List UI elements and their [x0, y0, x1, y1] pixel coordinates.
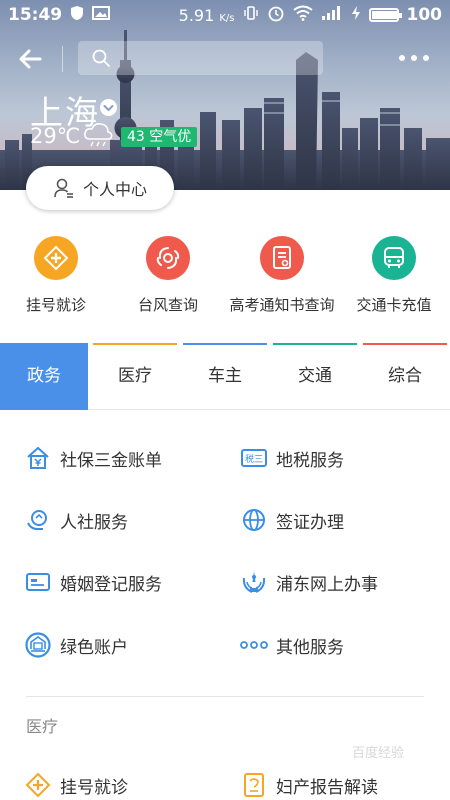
service-label: 挂号就诊 [60, 777, 128, 798]
more-dots-icon [399, 55, 429, 61]
service-label: 妇产报告解读 [276, 777, 378, 798]
service-social-security[interactable]: 社保三金账单 [24, 443, 162, 473]
tab-label: 综合 [388, 366, 422, 386]
plus-cross-icon [24, 771, 52, 799]
service-registration[interactable]: 挂号就诊 [24, 770, 128, 800]
service-pudong-online[interactable]: 浦东网上办事 [240, 567, 378, 597]
cloud-rain-icon [82, 122, 114, 152]
hand-service-icon [24, 506, 52, 534]
personal-center-label: 个人中心 [82, 180, 147, 199]
network-speed-unit: K/s [219, 12, 235, 24]
quick-item-transit-card[interactable]: 交通卡充值 [334, 232, 450, 315]
service-label: 地税服务 [276, 450, 344, 471]
tab-label: 交通 [298, 366, 332, 386]
personal-center-button[interactable]: 个人中心 [26, 166, 174, 210]
battery-level: 100 [406, 5, 443, 25]
more-button[interactable] [396, 48, 432, 68]
more-dots-icon [240, 631, 268, 659]
status-bar: 15:49 5.91 K/s 100 [0, 0, 450, 30]
house-yuan-icon [24, 444, 52, 472]
quick-item-typhoon[interactable]: 台风查询 [108, 232, 228, 315]
tab-accent-line [273, 343, 357, 345]
tab-transport[interactable]: 交通 [270, 343, 360, 410]
quick-item-gaokao[interactable]: 高考通知书查询 [219, 232, 345, 315]
city-switch-button[interactable] [100, 99, 117, 116]
status-time: 15:49 [8, 5, 63, 25]
user-profile-icon [54, 178, 73, 198]
battery-fill [371, 11, 398, 19]
section-title-medical: 医疗 [26, 717, 59, 736]
service-label: 绿色账户 [60, 637, 128, 658]
quick-item-label: 交通卡充值 [356, 296, 432, 314]
tab-label: 车主 [208, 366, 242, 386]
chevron-down-icon [103, 105, 114, 112]
vibrate-icon [243, 5, 259, 26]
service-label: 其他服务 [276, 637, 344, 658]
search-icon [92, 49, 110, 67]
section-divider [26, 696, 424, 697]
category-tabs: 政务 医疗 车主 交通 综合 [0, 343, 450, 410]
service-label: 浦东网上办事 [276, 574, 378, 595]
pudong-emblem-icon [240, 568, 268, 596]
globe-icon [240, 506, 268, 534]
green-account-icon [24, 631, 52, 659]
back-button[interactable] [14, 42, 48, 76]
service-label: 社保三金账单 [60, 450, 162, 471]
tax-icon: 税三 [240, 444, 268, 472]
tab-medical[interactable]: 医疗 [90, 343, 180, 410]
tab-accent-line [93, 343, 177, 345]
search-box[interactable] [78, 41, 323, 75]
plus-cross-icon [34, 236, 78, 280]
id-card-icon [24, 568, 52, 596]
service-marriage[interactable]: 婚姻登记服务 [24, 567, 162, 597]
alarm-icon [267, 4, 285, 27]
temperature: 29℃ [30, 124, 81, 148]
battery-icon [368, 8, 402, 22]
charging-icon [351, 5, 361, 26]
network-speed: 5.91 K/s [179, 6, 235, 25]
service-label: 婚姻登记服务 [60, 574, 162, 595]
image-icon [92, 6, 111, 24]
tab-car-owner[interactable]: 车主 [180, 343, 270, 410]
service-green-account[interactable]: 绿色账户 [24, 630, 128, 660]
signal-icon [321, 5, 343, 26]
typhoon-icon [146, 236, 190, 280]
nav-divider [62, 46, 63, 72]
aqi-badge: 43 空气优 [121, 127, 198, 147]
quick-item-registration[interactable]: 挂号就诊 [0, 232, 116, 315]
quick-item-label: 高考通知书查询 [229, 296, 335, 314]
search-input[interactable] [118, 41, 313, 75]
service-hr-social[interactable]: 人社服务 [24, 505, 128, 535]
tab-label: 医疗 [118, 366, 152, 386]
wifi-icon [292, 5, 313, 26]
quick-services: 挂号就诊 台风查询 高考通知书查询 交通卡充值 [0, 232, 450, 322]
shield-icon [70, 5, 84, 25]
tab-accent-line [363, 343, 447, 345]
arrow-left-icon [19, 49, 42, 69]
network-speed-value: 5.91 [178, 5, 215, 25]
service-maternity-report[interactable]: 妇产报告解读 [240, 770, 378, 800]
svg-text:税三: 税三 [245, 453, 263, 465]
quick-item-label: 台风查询 [137, 296, 198, 314]
service-other[interactable]: 其他服务 [240, 630, 344, 660]
tab-accent-line [183, 343, 267, 345]
bus-icon [372, 236, 416, 280]
document-icon [260, 236, 304, 280]
report-icon [240, 771, 268, 799]
tab-government[interactable]: 政务 [0, 343, 88, 410]
service-label: 人社服务 [60, 512, 128, 533]
tab-label: 政务 [27, 366, 61, 386]
service-local-tax[interactable]: 税三 地税服务 [240, 443, 344, 473]
watermark: 百度经验 [352, 746, 405, 761]
quick-item-label: 挂号就诊 [25, 296, 86, 314]
service-visa[interactable]: 签证办理 [240, 505, 344, 535]
tab-general[interactable]: 综合 [360, 343, 450, 410]
service-label: 签证办理 [276, 512, 344, 533]
city-header: 15:49 5.91 K/s 100 上海 29℃ 43 空气优 [0, 0, 450, 190]
